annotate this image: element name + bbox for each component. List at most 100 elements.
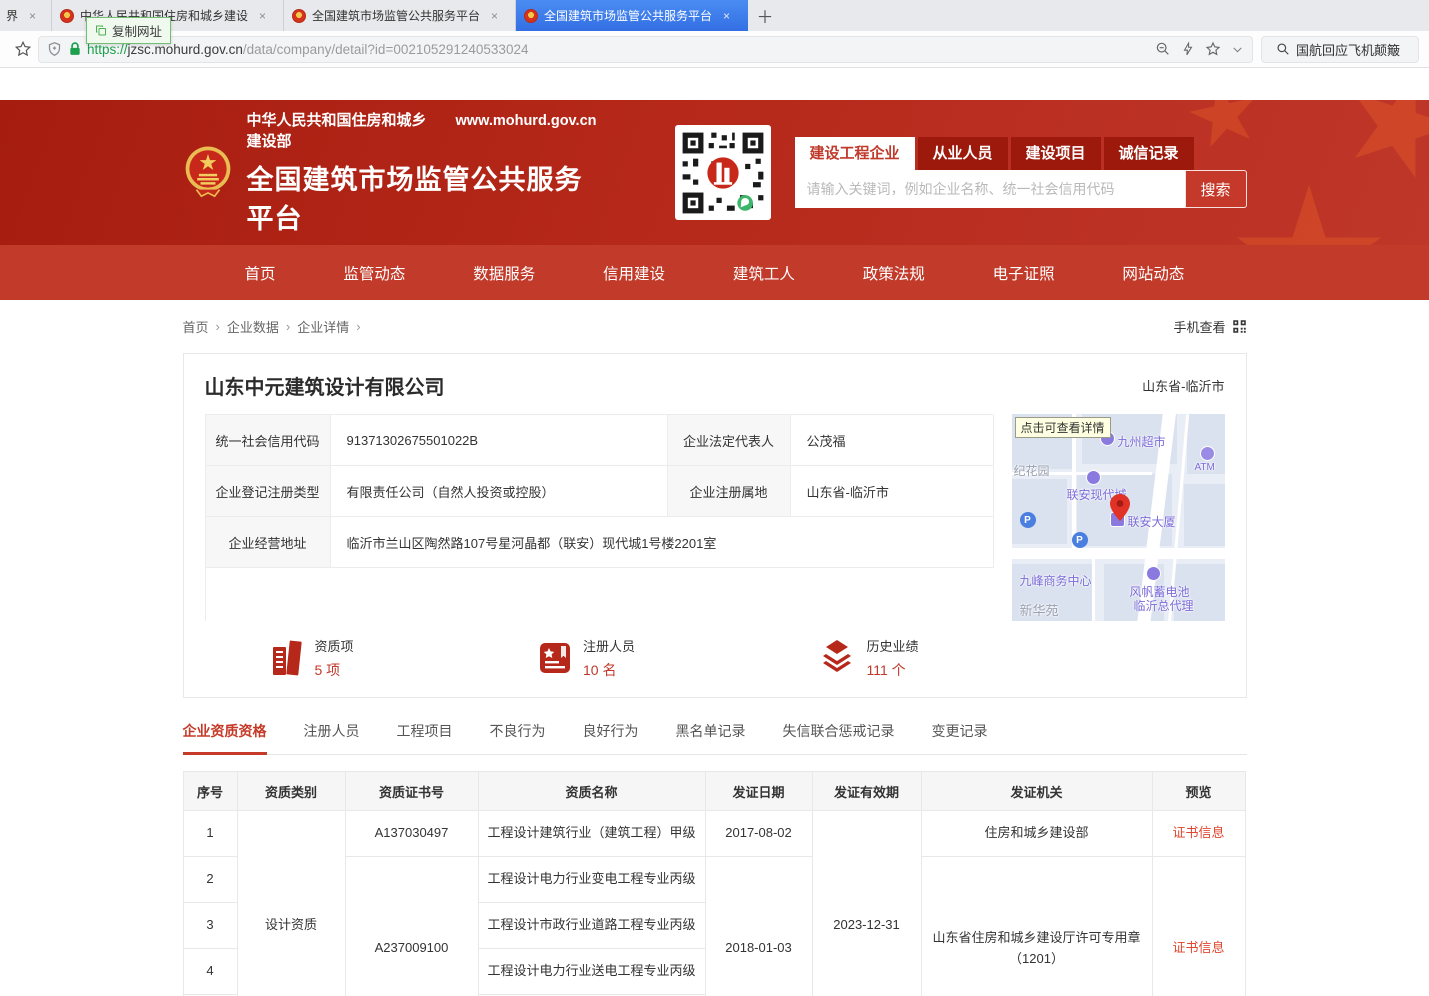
star-decoration	[1330, 100, 1429, 194]
map-label-battery-2: 临沂总代理	[1134, 597, 1194, 614]
nav-item-credit[interactable]: 信用建设	[603, 262, 665, 284]
reg-region-value: 山东省-临沂市	[791, 466, 994, 517]
nav-item-policy[interactable]: 政策法规	[863, 262, 925, 284]
browser-toolbar: https://jzsc.mohurd.gov.cn/data/company/…	[0, 31, 1429, 68]
zoom-out-icon[interactable]	[1155, 41, 1171, 57]
breadcrumb-company-detail[interactable]: 企业详情	[297, 317, 349, 336]
cell-cert-no: A137030497	[345, 811, 478, 857]
browser-tab-active[interactable]: 全国建筑市场监管公共服务平台 ×	[516, 0, 748, 31]
tab-title: 全国建筑市场监管公共服务平台	[544, 7, 712, 24]
chevron-down-icon[interactable]	[1231, 43, 1244, 56]
detail-tabs: 企业资质资格 注册人员 工程项目 不良行为 良好行为 黑名单记录 失信联合惩戒记…	[183, 721, 1247, 755]
address-label: 企业经营地址	[206, 517, 331, 568]
qualification-table: 序号 资质类别 资质证书号 资质名称 发证日期 发证有效期 发证机关 预览 1 …	[183, 771, 1246, 996]
flash-icon[interactable]	[1181, 41, 1195, 57]
nav-item-workers[interactable]: 建筑工人	[733, 262, 795, 284]
cell-no: 1	[183, 811, 237, 857]
nav-item-home[interactable]: 首页	[245, 262, 276, 284]
cell-category: 设计资质	[237, 811, 345, 996]
reg-type-value: 有限责任公司（自然人投资或控股）	[331, 466, 668, 517]
breadcrumb-company-data[interactable]: 企业数据	[227, 317, 279, 336]
col-header-authority: 发证机关	[921, 772, 1152, 811]
cell-preview: 证书信息	[1152, 857, 1245, 996]
breadcrumb-home[interactable]: 首页	[183, 317, 209, 336]
browser-tab-partial[interactable]: 界 ×	[0, 0, 52, 31]
tab-good-behavior[interactable]: 良好行为	[583, 721, 639, 754]
company-location-map[interactable]: 点击可查看详情 九州超市 ATM 纪花园 联安现代城 联安大厦 P P	[1012, 414, 1225, 621]
browser-tab-jzsc-1[interactable]: 全国建筑市场监管公共服务平台 ×	[284, 0, 516, 31]
map-label-atm: ATM	[1195, 462, 1215, 473]
tab-favicon-emblem-icon	[524, 9, 538, 23]
company-name: 山东中元建筑设计有限公司	[205, 371, 445, 400]
browser-chrome: 界 × 中华人民共和国住房和城乡建设 × 全国建筑市场监管公共服务平台 × 全国…	[0, 0, 1429, 68]
tab-close-icon[interactable]: ×	[256, 9, 269, 23]
search-tab-enterprise[interactable]: 建设工程企业	[795, 137, 915, 170]
stat-qualifications: 资质项 5 项	[269, 636, 354, 680]
layers-icon	[818, 640, 856, 676]
search-icon	[1276, 42, 1290, 56]
certificate-info-link[interactable]: 证书信息	[1172, 825, 1224, 840]
map-tooltip: 点击可查看详情	[1015, 417, 1111, 438]
stat-label: 资质项	[315, 636, 354, 655]
browser-search-box[interactable]: 国航回应飞机颠簸	[1261, 36, 1419, 63]
cell-authority: 山东省住房和城乡建设厅许可专用章 （1201）	[921, 857, 1152, 996]
cell-qual-name: 工程设计电力行业变电工程专业丙级	[478, 857, 705, 903]
cell-issue-date: 2018-01-03	[705, 857, 812, 996]
mobile-view-button[interactable]: 手机查看	[1173, 317, 1246, 336]
col-header-preview: 预览	[1152, 772, 1245, 811]
tab-bad-behavior[interactable]: 不良行为	[490, 721, 546, 754]
nav-item-supervision[interactable]: 监管动态	[343, 262, 405, 284]
map-label-tower: 联安大厦	[1128, 513, 1176, 530]
copy-icon	[95, 24, 107, 37]
nav-item-site-news[interactable]: 网站动态	[1122, 262, 1184, 284]
new-tab-button[interactable]: ＋	[748, 0, 782, 31]
company-region: 山东省-临沂市	[1142, 376, 1224, 395]
cell-validity: 2023-12-31	[812, 811, 921, 996]
stat-value: 111 个	[866, 660, 918, 680]
tab-qualifications[interactable]: 企业资质资格	[183, 721, 267, 755]
address-bar[interactable]: https://jzsc.mohurd.gov.cn/data/company/…	[38, 36, 1253, 63]
main-nav: 首页 监管动态 数据服务 信用建设 建筑工人 政策法规 电子证照 网站动态	[0, 245, 1429, 300]
company-stats: 资质项 5 项 注册人员 10 名	[184, 621, 1014, 697]
nav-item-e-license[interactable]: 电子证照	[993, 262, 1055, 284]
credit-code-value: 91371302675501022B	[331, 415, 668, 466]
atm-marker-icon	[1200, 446, 1215, 461]
search-tab-credit[interactable]: 诚信记录	[1104, 137, 1194, 170]
col-header-no: 序号	[183, 772, 237, 811]
search-tab-personnel[interactable]: 从业人员	[918, 137, 1008, 170]
tab-close-icon[interactable]: ×	[720, 9, 733, 23]
tab-dishonesty-record[interactable]: 失信联合惩戒记录	[783, 721, 895, 754]
tab-change-record[interactable]: 变更记录	[932, 721, 988, 754]
reg-type-label: 企业登记注册类型	[206, 466, 331, 517]
map-label-garden: 纪花园	[1014, 462, 1050, 479]
certificate-info-link[interactable]: 证书信息	[1172, 940, 1224, 955]
stat-historical-performance: 历史业绩 111 个	[818, 636, 918, 680]
building-icon	[269, 639, 305, 677]
tab-favicon-emblem-icon	[292, 9, 306, 23]
page-top-gap	[0, 68, 1429, 100]
favorite-star-icon[interactable]	[1205, 41, 1221, 57]
platform-title: 全国建筑市场监管公共服务平台	[247, 158, 597, 236]
tab-close-icon[interactable]: ×	[488, 9, 501, 23]
shield-icon[interactable]	[47, 41, 62, 57]
stat-value: 10 名	[583, 660, 635, 680]
bookmark-star-icon[interactable]	[10, 36, 36, 62]
cell-cert-no: A237009100	[345, 857, 478, 996]
stat-value: 5 项	[315, 660, 354, 680]
search-tab-project[interactable]: 建设项目	[1011, 137, 1101, 170]
site-logo[interactable]: 中华人民共和国住房和城乡建设部 www.mohurd.gov.cn 全国建筑市场…	[183, 109, 597, 236]
map-pin-icon	[1110, 494, 1130, 521]
tab-blacklist[interactable]: 黑名单记录	[676, 721, 746, 754]
tab-registered-personnel[interactable]: 注册人员	[304, 721, 360, 754]
star-decoration	[1234, 185, 1384, 245]
cell-no: 4	[183, 949, 237, 995]
cell-qual-name: 工程设计建筑行业（建筑工程）甲级	[478, 811, 705, 857]
keyword-search-input[interactable]	[795, 170, 1185, 208]
col-header-validity: 发证有效期	[812, 772, 921, 811]
tab-favicon-emblem-icon	[60, 9, 74, 23]
search-button[interactable]: 搜索	[1185, 170, 1247, 208]
tab-projects[interactable]: 工程项目	[397, 721, 453, 754]
nav-item-data-service[interactable]: 数据服务	[473, 262, 535, 284]
cell-authority: 住房和城乡建设部	[921, 811, 1152, 857]
tab-close-icon[interactable]: ×	[26, 9, 39, 23]
